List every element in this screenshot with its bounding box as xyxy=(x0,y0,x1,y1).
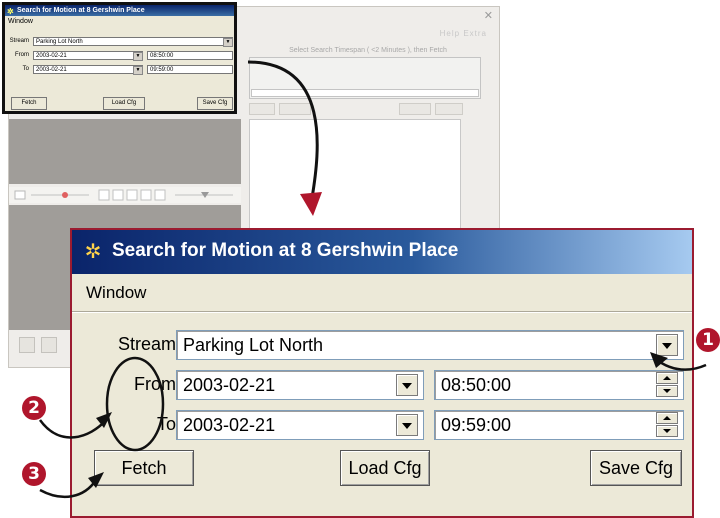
small-window-title: Search for Motion at 8 Gershwin Place xyxy=(17,7,145,14)
background-menu: Help Extra xyxy=(439,29,487,38)
save-cfg-button[interactable]: Save Cfg xyxy=(590,450,682,486)
small-from-time[interactable]: 08:50:00 xyxy=(147,51,233,60)
background-button xyxy=(279,103,311,115)
background-player-controls xyxy=(9,187,241,203)
small-from-label: From xyxy=(15,52,29,58)
menu-separator xyxy=(72,312,692,313)
chevron-down-icon[interactable]: ▼ xyxy=(223,38,233,47)
to-label: To xyxy=(156,414,176,434)
search-form: Stream Parking Lot North From 2003-02-21… xyxy=(84,318,684,508)
callout-1: 1 xyxy=(696,328,720,352)
small-stream-select[interactable]: Parking Lot North xyxy=(33,37,233,46)
background-progress-bar xyxy=(251,89,479,97)
small-stream-label: Stream xyxy=(9,38,29,44)
from-time-stepper[interactable] xyxy=(656,372,678,398)
small-from-row: From 2003-02-21 ▼ 08:50:00 xyxy=(9,51,233,61)
background-video-area xyxy=(9,119,241,184)
to-time-field[interactable]: 09:59:00 xyxy=(434,410,684,440)
background-button xyxy=(249,103,275,115)
chevron-down-icon[interactable]: ▼ xyxy=(133,66,143,75)
title-bar: ✲ Search for Motion at 8 Gershwin Place xyxy=(72,230,692,274)
to-time-stepper[interactable] xyxy=(656,412,678,438)
window-title: Search for Motion at 8 Gershwin Place xyxy=(112,240,459,261)
small-search-window: ✲ Search for Motion at 8 Gershwin Place … xyxy=(2,2,237,114)
fetch-button[interactable]: Fetch xyxy=(94,450,194,486)
load-cfg-button[interactable]: Load Cfg xyxy=(340,450,430,486)
chevron-down-icon[interactable] xyxy=(396,414,418,436)
spin-up-icon[interactable] xyxy=(656,372,678,384)
small-menu-window[interactable]: Window xyxy=(5,16,234,27)
from-label: From xyxy=(134,374,176,394)
small-title-bar: ✲ Search for Motion at 8 Gershwin Place xyxy=(5,5,234,16)
stream-label: Stream xyxy=(117,334,176,354)
small-to-row: To 2003-02-21 ▼ 09:59:00 xyxy=(9,65,233,75)
small-fetch-button[interactable]: Fetch xyxy=(11,97,47,110)
small-to-time[interactable]: 09:59:00 xyxy=(147,65,233,74)
callout-3: 3 xyxy=(22,462,46,486)
to-date-field[interactable]: 2003-02-21 xyxy=(176,410,424,440)
callout-2: 2 xyxy=(22,396,46,420)
menu-window[interactable]: Window xyxy=(86,283,146,303)
small-from-date[interactable]: 2003-02-21 xyxy=(33,51,143,60)
from-time-field[interactable]: 08:50:00 xyxy=(434,370,684,400)
player-controls-icon xyxy=(14,189,233,201)
search-window: ✲ Search for Motion at 8 Gershwin Place … xyxy=(70,228,694,518)
background-button xyxy=(41,337,57,353)
close-icon[interactable]: ✕ xyxy=(484,9,493,22)
small-to-date[interactable]: 2003-02-21 xyxy=(33,65,143,74)
small-load-cfg-button[interactable]: Load Cfg xyxy=(103,97,145,110)
stream-select[interactable]: Parking Lot North xyxy=(176,330,684,360)
background-button xyxy=(435,103,463,115)
chevron-down-icon[interactable] xyxy=(656,334,678,356)
background-button xyxy=(19,337,35,353)
spin-down-icon[interactable] xyxy=(656,385,678,397)
app-icon: ✲ xyxy=(7,7,14,16)
background-hint-text: Select Search Timespan ( <2 Minutes ), t… xyxy=(289,47,447,54)
small-to-label: To xyxy=(22,66,29,72)
from-date-field[interactable]: 2003-02-21 xyxy=(176,370,424,400)
small-save-cfg-button[interactable]: Save Cfg xyxy=(197,97,233,110)
app-icon: ✲ xyxy=(84,241,102,263)
background-button xyxy=(399,103,431,115)
chevron-down-icon[interactable] xyxy=(396,374,418,396)
spin-down-icon[interactable] xyxy=(656,425,678,437)
small-stream-row: Stream Parking Lot North ▼ xyxy=(9,37,233,47)
spin-up-icon[interactable] xyxy=(656,412,678,424)
chevron-down-icon[interactable]: ▼ xyxy=(133,52,143,61)
